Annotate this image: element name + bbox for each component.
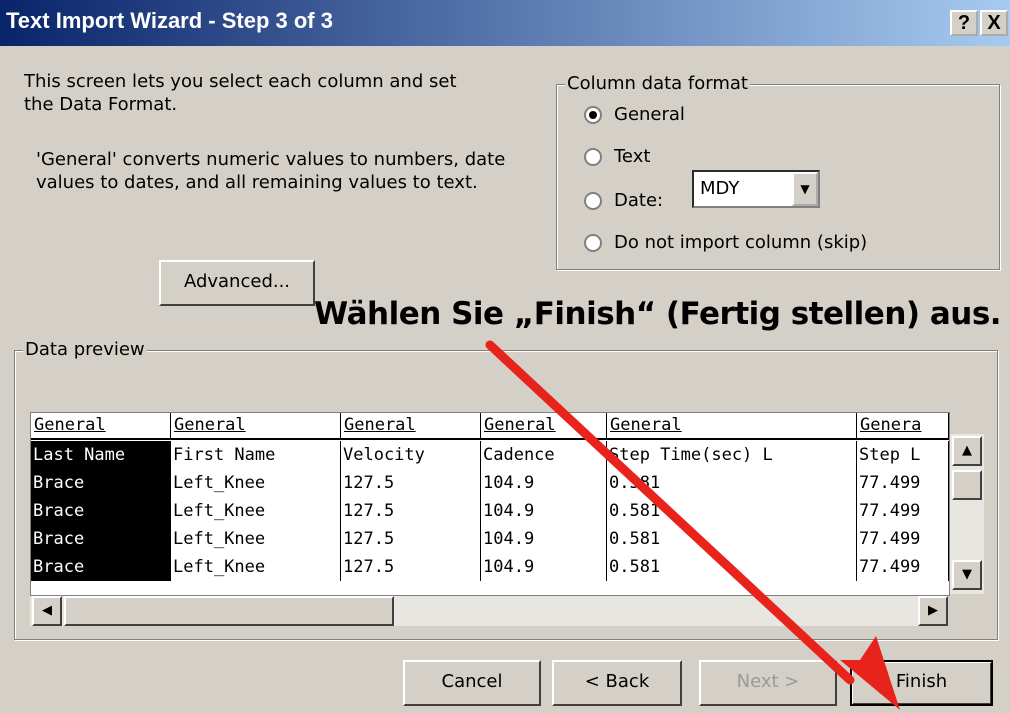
red-arrow-annotation: [485, 340, 900, 710]
